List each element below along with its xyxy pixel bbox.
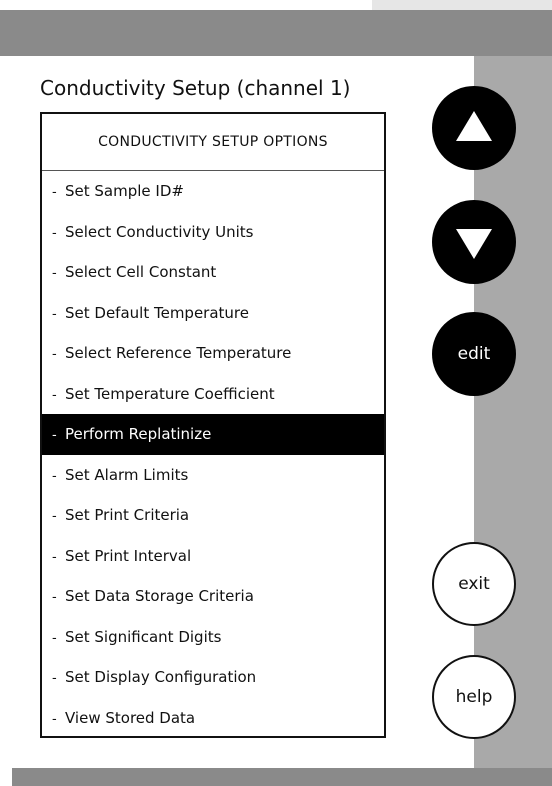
menu-item-bullet: - xyxy=(52,549,57,565)
menu-item-bullet: - xyxy=(52,347,57,362)
top-strip-light xyxy=(372,0,552,10)
down-arrow-icon xyxy=(456,229,492,259)
menu-item[interactable]: - Set Significant Digits xyxy=(42,617,384,658)
menu-item-label: Set Print Interval xyxy=(65,546,192,565)
menu-item-label: View Stored Data xyxy=(65,708,196,727)
menu-item[interactable]: - Set Sample ID# xyxy=(42,171,384,212)
menu-item-label: Select Reference Temperature xyxy=(65,344,292,362)
device-screen: Conductivity Setup (channel 1) CONDUCTIV… xyxy=(0,0,552,786)
menu-item[interactable]: - Perform Replatinize xyxy=(42,414,384,455)
menu-item-bullet: - xyxy=(52,225,57,241)
menu-item[interactable]: - Select Cell Constant xyxy=(42,252,384,293)
menu-item-label: Set Print Criteria xyxy=(65,506,190,524)
bottom-frame-bar xyxy=(12,768,552,786)
menu-item-bullet: - xyxy=(52,428,57,443)
menu-item-bullet: - xyxy=(52,185,57,200)
menu-item[interactable]: - Set Print Criteria xyxy=(42,495,384,536)
menu-item[interactable]: - Set Print Interval xyxy=(42,536,384,577)
exit-button[interactable]: exit xyxy=(432,542,516,626)
menu-item-label: Select Cell Constant xyxy=(65,263,217,281)
menu-items: - Set Sample ID# - Select Conductivity Unit… xyxy=(42,171,384,738)
menu-item-label: Set Alarm Limits xyxy=(65,465,189,484)
menu-item-bullet: - xyxy=(52,468,57,484)
menu-item[interactable]: - Set Default Temperature xyxy=(42,293,384,334)
left-frame-edge xyxy=(0,56,12,786)
menu-item-label: Set Temperature Coefficient xyxy=(65,384,275,403)
page-title: Conductivity Setup (channel 1) xyxy=(40,76,351,100)
menu-item-bullet: - xyxy=(52,387,57,403)
menu-item-label: Select Conductivity Units xyxy=(65,222,254,241)
menu-item[interactable]: - View Stored Data xyxy=(42,698,384,739)
menu-item[interactable]: - Select Reference Temperature xyxy=(42,333,384,374)
edit-button[interactable]: edit xyxy=(432,312,516,396)
top-frame-bar xyxy=(0,10,552,56)
menu-item[interactable]: - Set Alarm Limits xyxy=(42,455,384,496)
help-button[interactable]: help xyxy=(432,655,516,739)
menu-item-bullet: - xyxy=(52,590,57,605)
top-strip xyxy=(0,0,372,10)
menu-item-bullet: - xyxy=(52,306,57,322)
menu-item-label: Set Display Configuration xyxy=(65,668,257,686)
up-arrow-icon xyxy=(456,111,492,141)
menu-item-label: Set Data Storage Criteria xyxy=(65,587,254,605)
menu-item-label: Perform Replatinize xyxy=(65,425,212,443)
menu-item-bullet: - xyxy=(52,630,57,646)
menu-item-bullet: - xyxy=(52,671,57,686)
scroll-up-button[interactable] xyxy=(432,86,516,170)
menu-item[interactable]: - Set Temperature Coefficient xyxy=(42,374,384,415)
menu-item[interactable]: - Select Conductivity Units xyxy=(42,212,384,253)
menu-item-bullet: - xyxy=(52,266,57,281)
menu-item-bullet: - xyxy=(52,509,57,524)
menu-item-label: Set Significant Digits xyxy=(65,627,222,646)
setup-options-list: CONDUCTIVITY SETUP OPTIONS - Set Sample I… xyxy=(40,112,386,738)
menu-item-label: Set Default Temperature xyxy=(65,303,249,322)
menu-item[interactable]: - Set Display Configuration xyxy=(42,657,384,698)
menu-item-bullet: - xyxy=(52,711,57,727)
list-header: CONDUCTIVITY SETUP OPTIONS xyxy=(42,114,384,171)
scroll-down-button[interactable] xyxy=(432,200,516,284)
menu-item-label: Set Sample ID# xyxy=(65,182,184,200)
menu-item[interactable]: - Set Data Storage Criteria xyxy=(42,576,384,617)
